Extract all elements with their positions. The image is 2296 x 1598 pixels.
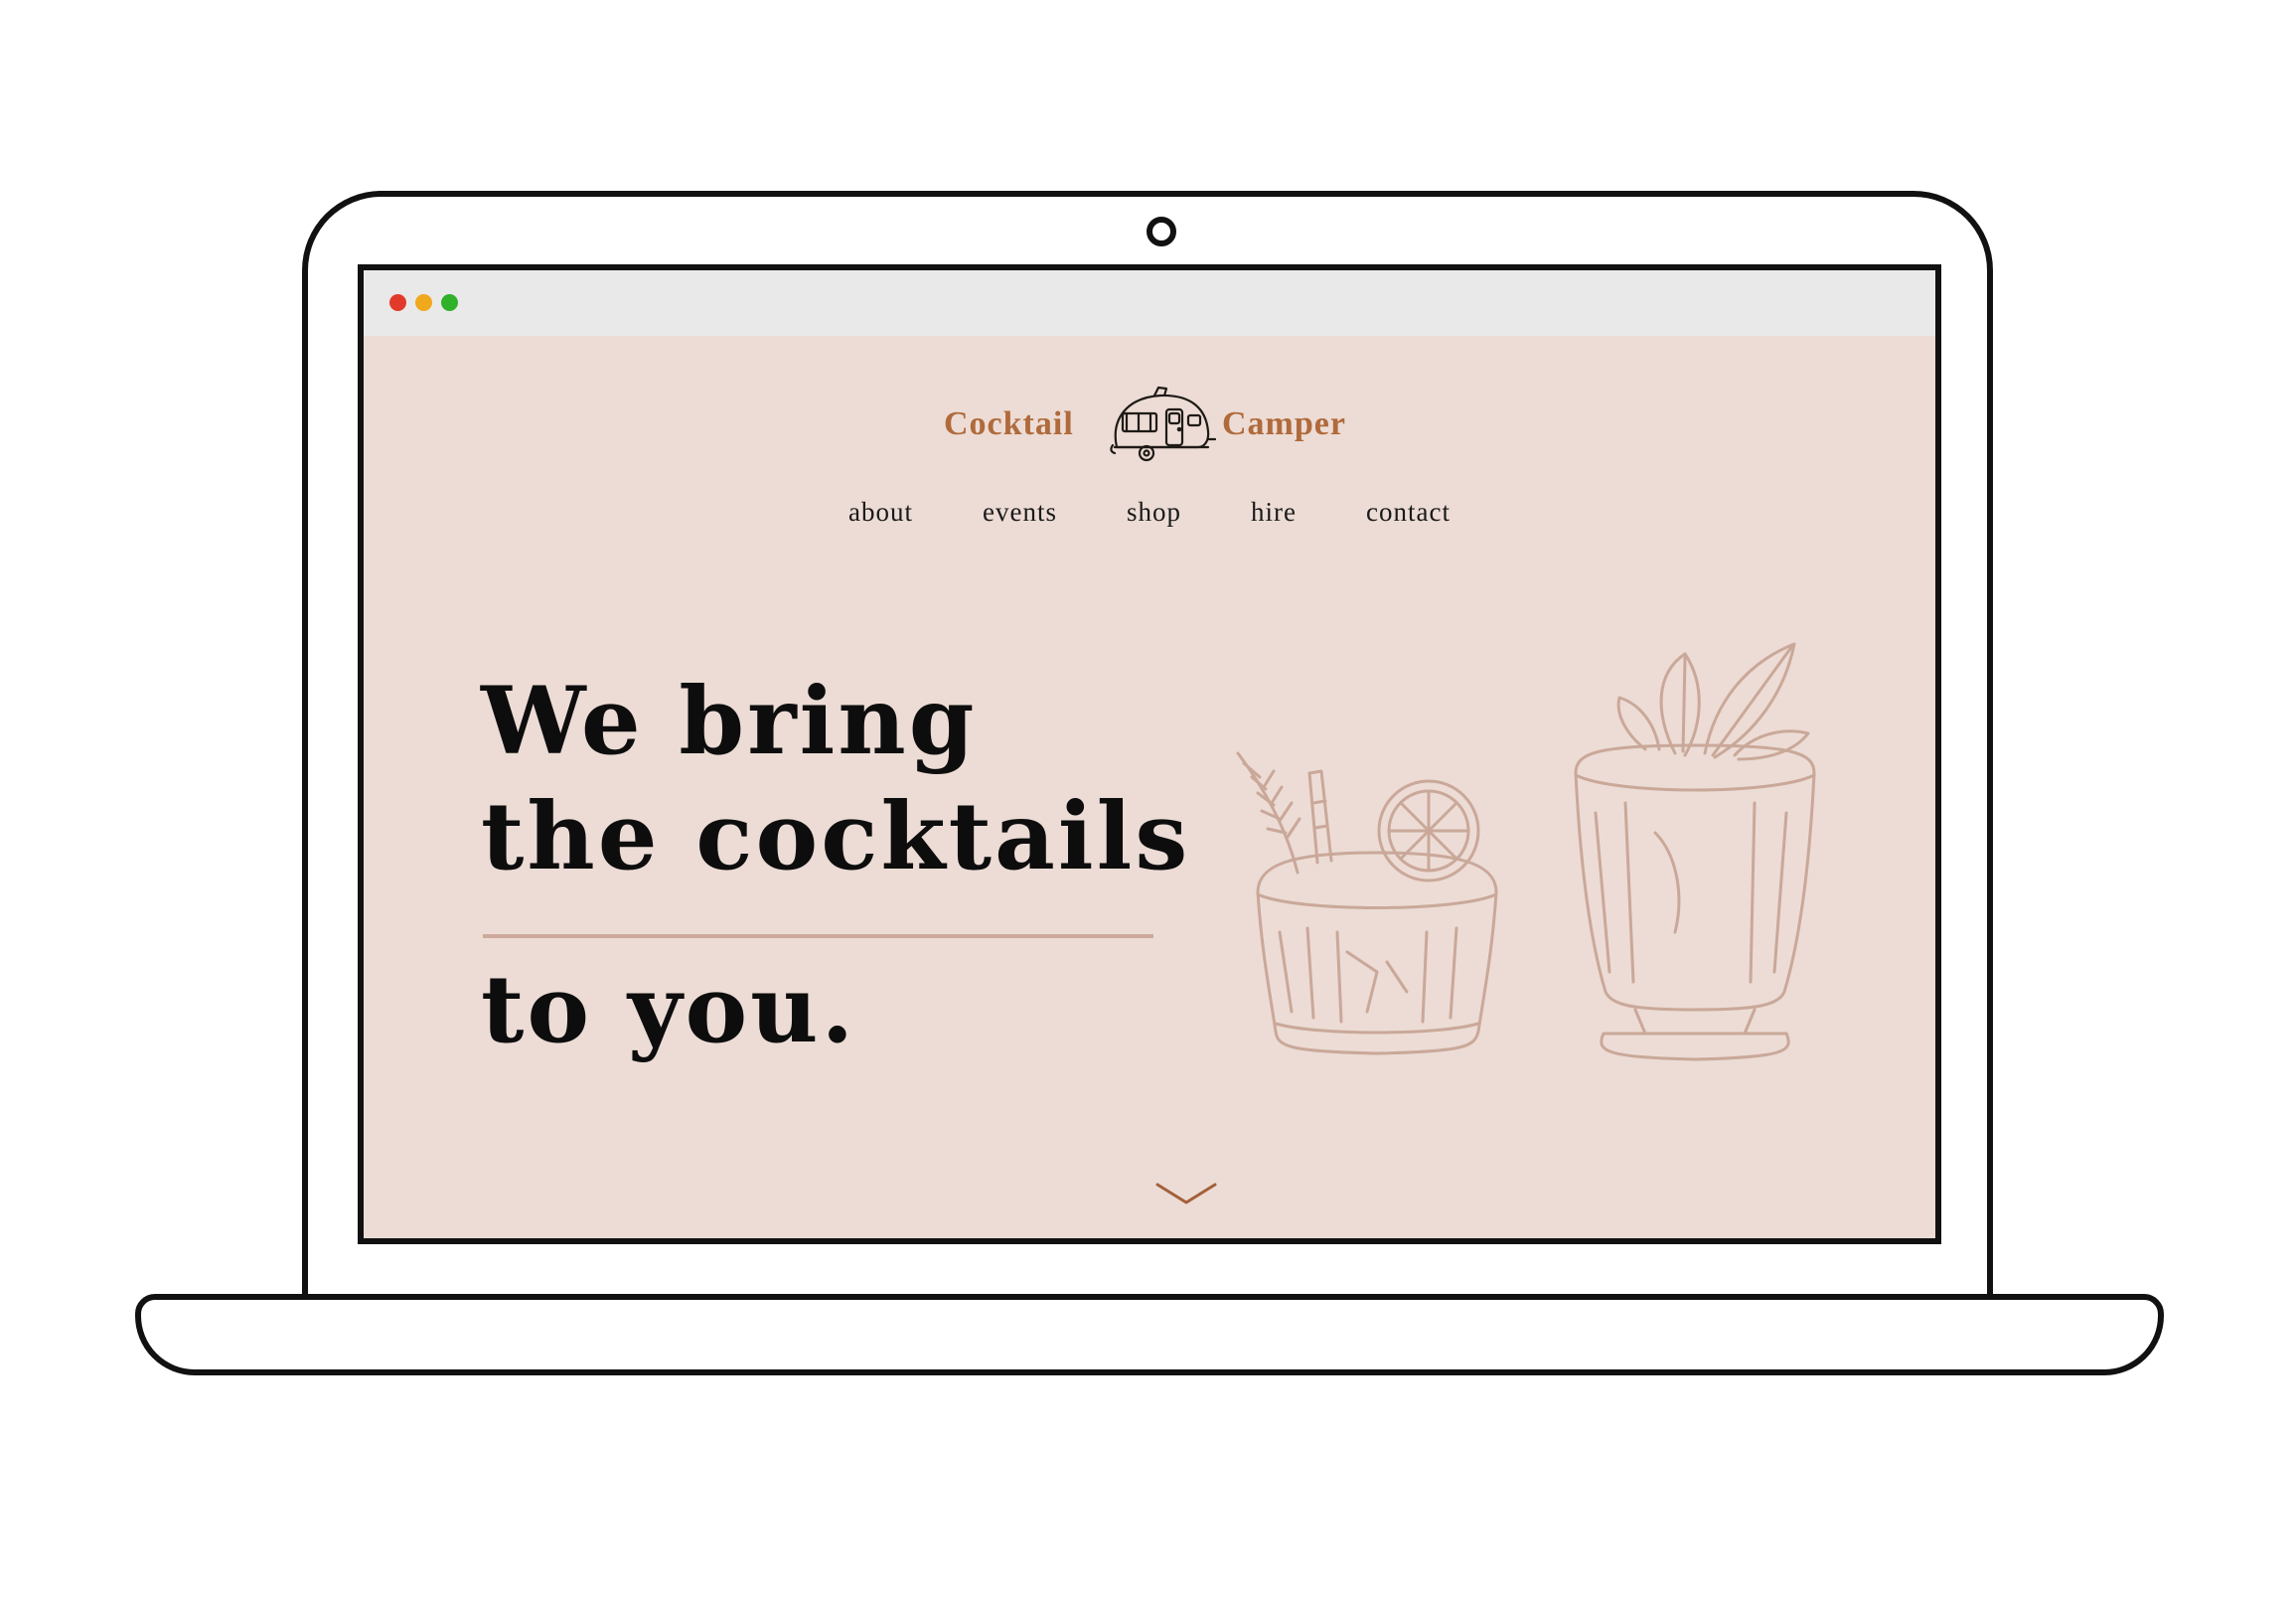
logo-text-left: Cocktail — [944, 405, 1074, 442]
cocktail-glasses-icon — [1236, 642, 1816, 1061]
device-mockup: Cocktail Camper about events shop hire c… — [0, 0, 2296, 1598]
hero-divider — [483, 934, 1153, 938]
hero-headline: We bring the cocktails — [481, 664, 1190, 894]
main-nav: about events shop hire contact — [364, 497, 1935, 528]
window-maximize-button[interactable] — [441, 294, 458, 311]
nav-item-hire[interactable]: hire — [1251, 497, 1297, 528]
logo-text-right: Camper — [1222, 405, 1346, 442]
nav-item-about[interactable]: about — [848, 497, 913, 528]
hero-line-2: the cocktails — [481, 782, 1191, 891]
camper-trailer-icon — [1110, 386, 1216, 462]
nav-item-events[interactable]: events — [983, 497, 1057, 528]
laptop-base — [135, 1294, 2164, 1375]
laptop-screen: Cocktail Camper about events shop hire c… — [358, 264, 1941, 1244]
site-logo[interactable]: Cocktail Camper — [930, 380, 1387, 479]
webcam-icon — [1147, 217, 1176, 246]
window-close-button[interactable] — [389, 294, 406, 311]
browser-toolbar — [364, 270, 1935, 336]
nav-item-contact[interactable]: contact — [1366, 497, 1451, 528]
window-minimize-button[interactable] — [415, 294, 432, 311]
chevron-down-icon[interactable] — [1153, 1179, 1219, 1208]
nav-item-shop[interactable]: shop — [1127, 497, 1181, 528]
hero-line-3: to you. — [481, 955, 857, 1064]
website-page: Cocktail Camper about events shop hire c… — [364, 336, 1935, 1238]
hero-line-1: We bring — [481, 667, 978, 776]
